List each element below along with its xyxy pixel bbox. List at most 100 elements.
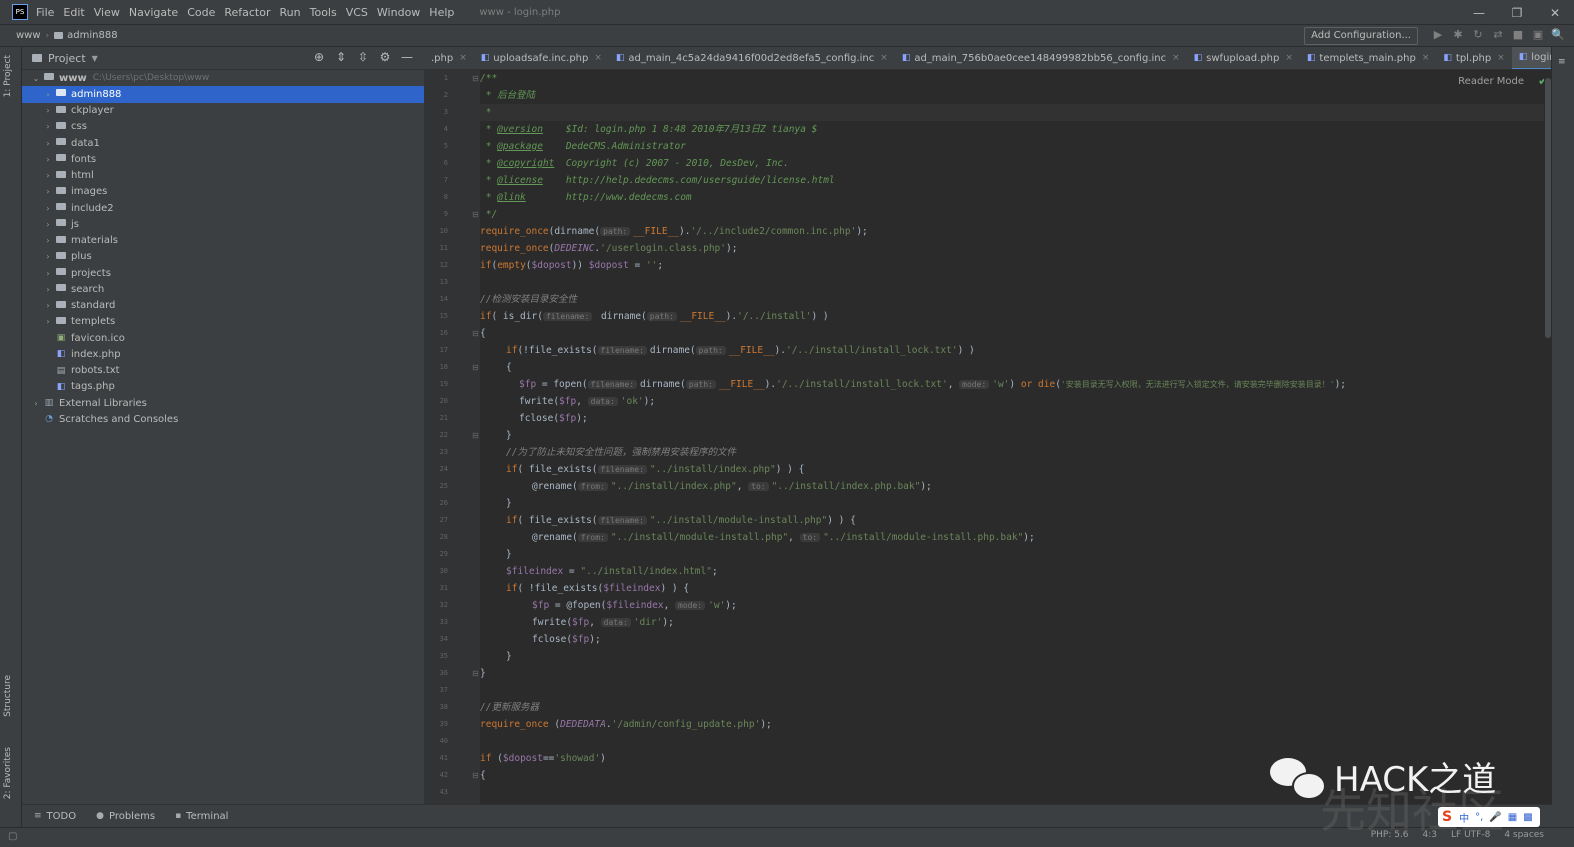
run-icon[interactable]: ▶ [1428,27,1448,43]
fold-marker-icon[interactable]: ⊟ [472,665,479,682]
tree-root-www[interactable]: ⌄ www C:\Users\pc\Desktop\www [22,70,424,86]
tree-external-libraries[interactable]: › ▥ External Libraries [22,395,424,411]
tab-uploadsafe[interactable]: ◧ uploadsafe.inc.php × [474,47,609,69]
fold-marker-icon[interactable]: ⊟ [472,427,479,444]
close-tab-icon[interactable]: × [1422,53,1430,63]
update-icon[interactable]: ↻ [1468,27,1488,43]
code-editor[interactable]: /** * 后台登陆 * * @version $Id: login.php 1… [480,70,1544,804]
breadcrumb-root[interactable]: www [16,30,41,41]
collapse-all-icon[interactable]: ⇳ [352,50,374,64]
close-tab-icon[interactable]: × [880,53,888,63]
tree-folder-standard[interactable]: › standard [22,298,424,314]
tab-templets-main[interactable]: ◧ templets_main.php × [1300,47,1436,69]
layout-icon[interactable]: ▣ [1528,27,1548,43]
menu-run[interactable]: Run [280,6,301,19]
tree-folder-plus[interactable]: › plus [22,249,424,265]
sogou-logo-icon[interactable]: S [1442,809,1452,825]
tree-folder-data1[interactable]: › data1 [22,135,424,151]
collapse-arrow-icon[interactable]: › [42,236,54,245]
close-tab-icon[interactable]: × [1285,53,1293,63]
indent-status[interactable]: 4 spaces [1504,830,1544,840]
structure-tool-tab[interactable]: Structure [3,675,13,717]
collapse-arrow-icon[interactable]: › [42,155,54,164]
vcs-icon[interactable]: ⇄ [1488,27,1508,43]
add-configuration-button[interactable]: Add Configuration... [1304,27,1418,45]
close-tab-icon[interactable]: × [1497,53,1505,63]
menu-vcs[interactable]: VCS [346,6,368,19]
tree-folder-projects[interactable]: › projects [22,265,424,281]
collapse-arrow-icon[interactable]: › [42,317,54,326]
breadcrumb-folder[interactable]: admin888 [54,30,118,41]
tree-scratches[interactable]: ◔ Scratches and Consoles [22,411,424,427]
gear-icon[interactable]: ⚙ [374,50,396,64]
minimize-button[interactable]: — [1460,0,1498,25]
tree-folder-materials[interactable]: › materials [22,233,424,249]
menu-file[interactable]: File [36,6,54,19]
problems-tool-button[interactable]: ● Problems [96,811,155,822]
ime-toolbox-icon[interactable]: ▩ [1523,812,1532,823]
tree-folder-html[interactable]: › html [22,168,424,184]
maximize-button[interactable]: ❐ [1498,0,1536,25]
close-tab-icon[interactable]: × [594,53,602,63]
todo-tool-button[interactable]: ≡ TODO [34,811,76,822]
tab-tpl[interactable]: ◧ tpl.php × [1436,47,1511,69]
collapse-arrow-icon[interactable]: › [42,171,54,180]
tree-folder-admin888[interactable]: › admin888 [22,86,424,103]
fold-marker-icon[interactable]: ⊟ [472,359,479,376]
tree-file-robots-txt[interactable]: ▤ robots.txt [22,363,424,379]
status-panel-icon[interactable]: ▢ [8,831,17,842]
ime-language-toggle[interactable]: 中 [1459,810,1469,825]
menu-code[interactable]: Code [187,6,215,19]
tree-file-tags-php[interactable]: ◧ tags.php [22,379,424,395]
tree-folder-js[interactable]: › js [22,216,424,232]
expand-all-icon[interactable]: ⇕ [330,50,352,64]
tree-folder-search[interactable]: › search [22,281,424,297]
ime-punctuation-toggle[interactable]: °, [1475,812,1483,823]
tab-ad-main-config-2[interactable]: ◧ ad_main_756b0ae0cee148499982bb56_config… [895,47,1187,69]
database-icon[interactable]: ≡ [1558,57,1566,67]
reader-mode-toggle[interactable]: Reader Mode [1458,76,1524,87]
collapse-arrow-icon[interactable]: › [42,220,54,229]
menu-refactor[interactable]: Refactor [224,6,270,19]
ime-voice-icon[interactable]: 🎤 [1489,812,1501,823]
tree-folder-images[interactable]: › images [22,184,424,200]
favorites-tool-tab[interactable]: 2: Favorites [3,747,13,799]
menu-help[interactable]: Help [429,6,454,19]
tree-folder-templets[interactable]: › templets [22,314,424,330]
menu-view[interactable]: View [94,6,120,19]
collapse-arrow-icon[interactable]: › [42,106,54,115]
close-tab-icon[interactable]: × [1172,53,1180,63]
collapse-arrow-icon[interactable]: › [42,90,54,99]
collapse-arrow-icon[interactable]: › [42,252,54,261]
collapse-arrow-icon[interactable]: › [42,285,54,294]
close-tab-icon[interactable]: × [459,53,467,63]
collapse-arrow-icon[interactable]: › [42,269,54,278]
close-button[interactable]: ✕ [1536,0,1574,25]
fold-marker-icon[interactable]: ⊟ [472,325,479,342]
expand-arrow-icon[interactable]: ⌄ [30,74,42,83]
collapse-arrow-icon[interactable]: › [42,122,54,131]
project-panel-title[interactable]: Project [48,52,86,65]
tree-file-favicon[interactable]: ▣ favicon.ico [22,330,424,346]
tree-file-index-php[interactable]: ◧ index.php [22,346,424,362]
project-tool-tab[interactable]: 1: Project [3,55,13,97]
terminal-tool-button[interactable]: ▪ Terminal [175,811,228,822]
collapse-arrow-icon[interactable]: › [42,301,54,310]
menu-window[interactable]: Window [377,6,420,19]
fold-marker-icon[interactable]: ⊟ [472,206,479,223]
stop-icon[interactable]: ■ [1508,27,1528,43]
tree-folder-css[interactable]: › css [22,119,424,135]
menu-navigate[interactable]: Navigate [129,6,178,19]
tab-swfupload[interactable]: ◧ swfupload.php × [1187,47,1300,69]
tab-ad-main-config-1[interactable]: ◧ ad_main_4c5a24da9416f00d2ed8efa5_config… [609,47,895,69]
menu-tools[interactable]: Tools [310,6,337,19]
tab-partial-php[interactable]: .php × [424,47,474,69]
tree-folder-fonts[interactable]: › fonts [22,151,424,167]
collapse-arrow-icon[interactable]: › [42,139,54,148]
collapse-arrow-icon[interactable]: › [42,204,54,213]
ime-keyboard-icon[interactable]: ▦ [1508,812,1517,823]
collapse-arrow-icon[interactable]: › [42,187,54,196]
chevron-down-icon[interactable]: ▼ [92,54,98,63]
locate-icon[interactable]: ⊕ [308,50,330,64]
menu-edit[interactable]: Edit [63,6,84,19]
